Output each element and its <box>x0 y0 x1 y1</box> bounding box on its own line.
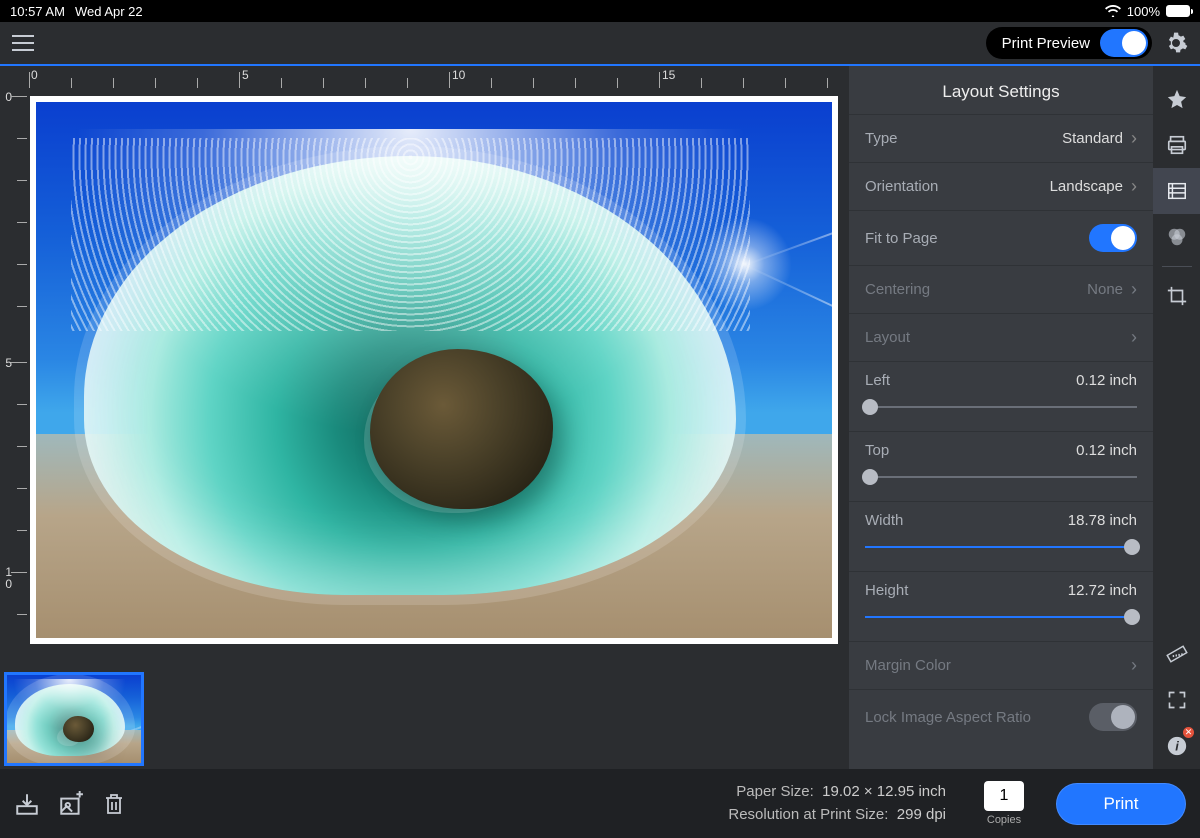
info-button[interactable]: i✕ <box>1153 723 1200 769</box>
chevron-right-icon: › <box>1131 327 1137 348</box>
setting-label: Lock Image Aspect Ratio <box>865 709 1031 726</box>
print-button[interactable]: Print <box>1056 783 1186 825</box>
setting-label: Fit to Page <box>865 230 938 247</box>
copies-label: Copies <box>987 814 1021 826</box>
favorites-button[interactable] <box>1153 76 1200 122</box>
copies-field[interactable]: 1 Copies <box>984 781 1024 826</box>
width-slider[interactable] <box>865 539 1137 555</box>
ruler-tool-button[interactable] <box>1153 631 1200 677</box>
canvas-area: 0 5 10 15 0 5 10 <box>0 66 849 769</box>
thumbnail-strip <box>0 669 849 769</box>
import-button[interactable] <box>14 791 40 817</box>
setting-value: 12.72 inch <box>1068 582 1137 599</box>
color-button[interactable] <box>1153 214 1200 260</box>
bottom-bar: Paper Size: 19.02 × 12.95 inch Resolutio… <box>0 769 1200 838</box>
ruler-h-label: 0 <box>31 68 38 82</box>
settings-button[interactable] <box>1164 31 1188 55</box>
right-toolbar: i✕ <box>1153 66 1200 769</box>
setting-width: Width 18.78 inch <box>849 501 1153 571</box>
setting-label: Orientation <box>865 178 938 195</box>
thumbnail-item[interactable] <box>4 672 144 766</box>
ruler-horizontal: 0 5 10 15 <box>27 66 849 88</box>
setting-top: Top 0.12 inch <box>849 431 1153 501</box>
lock-aspect-toggle[interactable] <box>1089 703 1137 731</box>
print-preview-page[interactable] <box>30 96 838 644</box>
setting-label: Layout <box>865 329 910 346</box>
add-image-button[interactable] <box>58 791 84 817</box>
chevron-right-icon: › <box>1131 655 1137 676</box>
setting-label: Left <box>865 372 890 389</box>
wifi-icon <box>1105 5 1121 17</box>
layout-button[interactable] <box>1153 168 1200 214</box>
battery-percent: 100% <box>1127 4 1160 19</box>
setting-label: Margin Color <box>865 657 951 674</box>
left-slider[interactable] <box>865 399 1137 415</box>
setting-label: Centering <box>865 281 930 298</box>
setting-type[interactable]: Type Standard › <box>849 114 1153 162</box>
panel-title: Layout Settings <box>849 66 1153 114</box>
setting-value: 18.78 inch <box>1068 512 1137 529</box>
status-bar: 10:57 AM Wed Apr 22 100% <box>0 0 1200 22</box>
print-button-label: Print <box>1104 794 1139 814</box>
ruler-h-label: 5 <box>242 68 249 82</box>
setting-layout[interactable]: Layout › <box>849 313 1153 361</box>
delete-button[interactable] <box>102 791 126 817</box>
setting-value: Landscape <box>1050 178 1123 195</box>
print-preview-label: Print Preview <box>1002 35 1090 52</box>
ruler-h-label: 15 <box>662 68 675 82</box>
setting-orientation[interactable]: Orientation Landscape › <box>849 162 1153 210</box>
setting-value: 0.12 inch <box>1076 442 1137 459</box>
height-slider[interactable] <box>865 609 1137 625</box>
chevron-right-icon: › <box>1131 128 1137 149</box>
resolution-value: 299 dpi <box>897 806 946 823</box>
crop-button[interactable] <box>1153 273 1200 319</box>
preview-image <box>36 102 832 638</box>
setting-lock-aspect: Lock Image Aspect Ratio <box>849 689 1153 744</box>
close-badge-icon: ✕ <box>1183 727 1194 738</box>
layout-settings-panel: Layout Settings Type Standard › Orientat… <box>849 66 1153 769</box>
battery-icon <box>1166 5 1190 17</box>
ruler-v-label: 10 <box>2 566 12 590</box>
status-time: 10:57 AM <box>10 4 65 19</box>
svg-text:i: i <box>1175 739 1179 754</box>
ruler-v-label: 5 <box>2 356 12 370</box>
setting-label: Height <box>865 582 908 599</box>
ruler-h-label: 10 <box>452 68 465 82</box>
ruler-v-label: 0 <box>2 90 12 104</box>
copies-value[interactable]: 1 <box>984 781 1024 811</box>
print-info: Paper Size: 19.02 × 12.95 inch Resolutio… <box>728 781 946 826</box>
status-date: Wed Apr 22 <box>75 4 143 19</box>
setting-label: Width <box>865 512 903 529</box>
top-slider[interactable] <box>865 469 1137 485</box>
printer-button[interactable] <box>1153 122 1200 168</box>
setting-value: 0.12 inch <box>1076 372 1137 389</box>
resolution-label: Resolution at Print Size: <box>728 806 888 823</box>
setting-margin-color[interactable]: Margin Color › <box>849 641 1153 689</box>
chevron-right-icon: › <box>1131 279 1137 300</box>
fit-to-page-toggle[interactable] <box>1089 224 1137 252</box>
menu-button[interactable] <box>12 35 34 51</box>
setting-left: Left 0.12 inch <box>849 361 1153 431</box>
setting-height: Height 12.72 inch <box>849 571 1153 641</box>
setting-centering[interactable]: Centering None › <box>849 265 1153 313</box>
ruler-vertical: 0 5 10 <box>0 66 27 769</box>
chevron-right-icon: › <box>1131 176 1137 197</box>
paper-size-value: 19.02 × 12.95 inch <box>822 783 946 800</box>
setting-label: Top <box>865 442 889 459</box>
setting-label: Type <box>865 130 898 147</box>
print-preview-pill: Print Preview <box>986 27 1152 59</box>
fullscreen-button[interactable] <box>1153 677 1200 723</box>
paper-size-label: Paper Size: <box>736 783 814 800</box>
setting-fit-to-page: Fit to Page <box>849 210 1153 265</box>
setting-value: Standard <box>1062 130 1123 147</box>
top-toolbar: Print Preview <box>0 22 1200 66</box>
print-preview-toggle[interactable] <box>1100 29 1148 57</box>
setting-value: None <box>1087 281 1123 298</box>
